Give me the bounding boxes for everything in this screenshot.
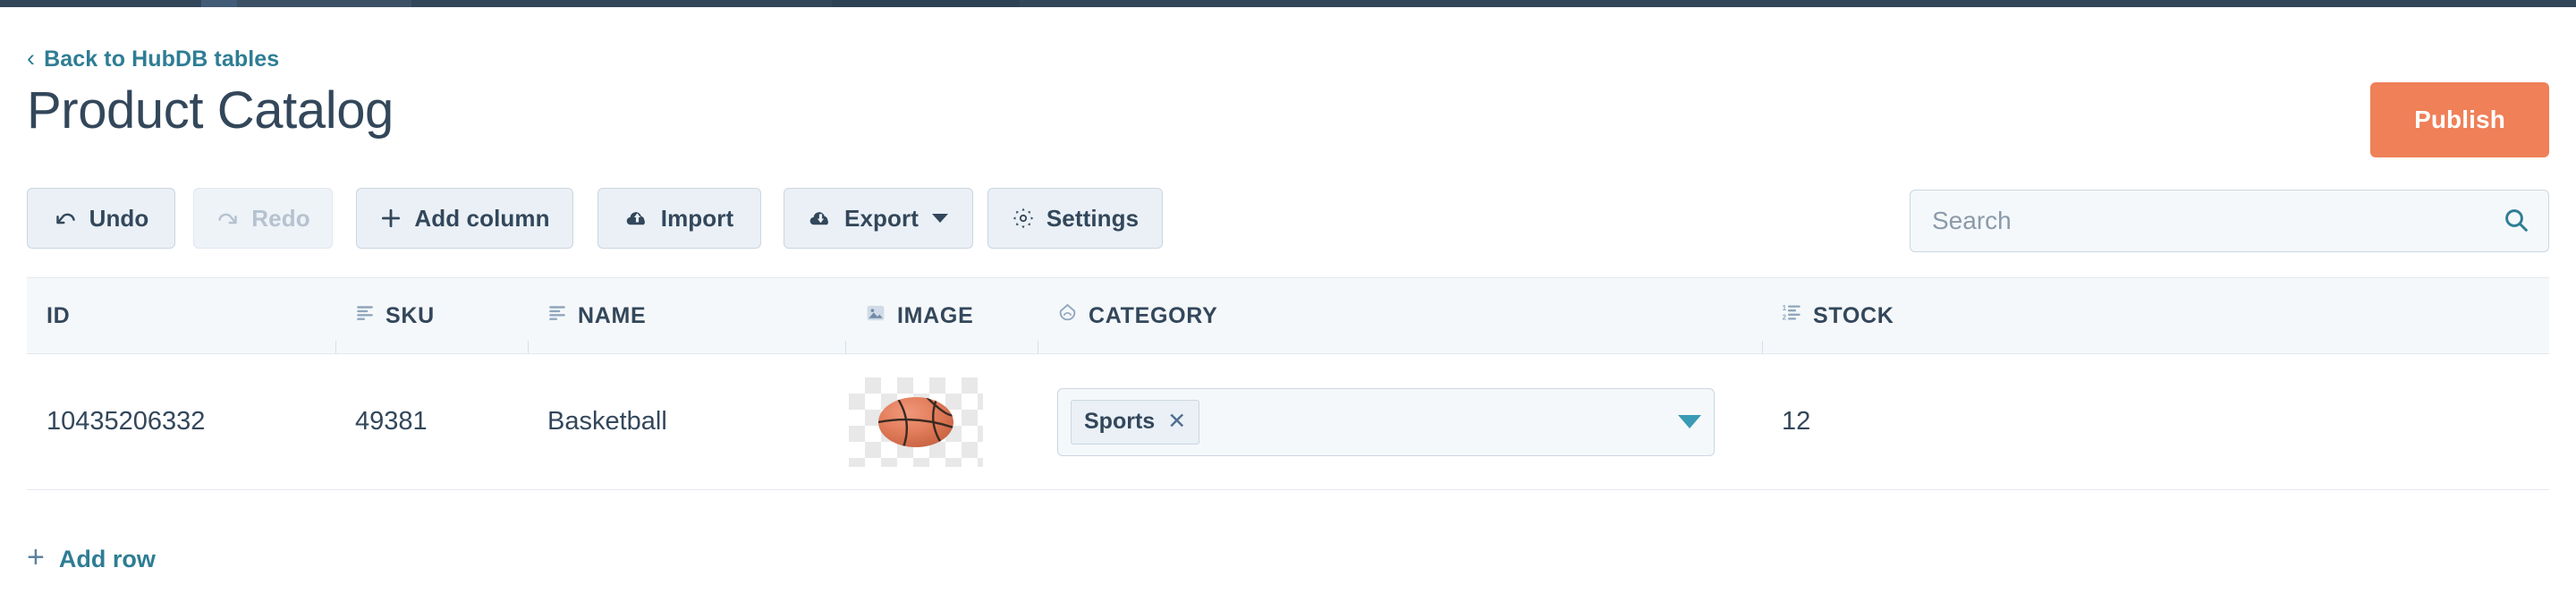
topnav-segment[interactable]	[411, 0, 832, 7]
back-to-hubdb-tables-link[interactable]: ‹ Back to HubDB tables	[27, 47, 279, 72]
export-button[interactable]: Export	[784, 188, 973, 249]
cloud-download-icon	[809, 207, 833, 231]
category-tag-label: Sports	[1084, 409, 1156, 434]
add-row-button[interactable]: + Add row	[27, 540, 156, 574]
cell-name[interactable]: Basketball	[528, 354, 845, 489]
plus-icon	[379, 207, 402, 230]
undo-label: Undo	[89, 204, 149, 232]
add-column-label: Add column	[414, 204, 550, 232]
cell-id[interactable]: 10435206332	[27, 354, 335, 489]
column-header-label: ID	[47, 302, 71, 328]
cell-category[interactable]: Sports ✕	[1038, 354, 1762, 489]
column-header-label: CATEGORY	[1089, 302, 1218, 328]
column-header-label: STOCK	[1813, 302, 1894, 328]
text-lines-icon	[547, 303, 567, 329]
top-navigation-bar[interactable]	[0, 0, 2576, 7]
topnav-segment[interactable]	[1020, 0, 2576, 7]
redo-label: Redo	[251, 204, 310, 232]
column-header-label: SKU	[386, 302, 435, 328]
text-lines-icon	[355, 303, 375, 329]
numbered-list-icon: 1 2	[1782, 302, 1802, 329]
page-header: ‹ Back to HubDB tables Product Catalog P…	[0, 7, 2576, 177]
svg-text:2: 2	[1783, 314, 1787, 322]
category-tag[interactable]: Sports ✕	[1071, 399, 1200, 445]
cell-stock[interactable]: 12	[1762, 354, 2549, 489]
remove-tag-icon[interactable]: ✕	[1167, 411, 1186, 433]
hubdb-table-editor-page: ‹ Back to HubDB tables Product Catalog P…	[0, 0, 2576, 610]
import-label: Import	[660, 204, 734, 232]
search-input[interactable]	[1911, 191, 2484, 251]
settings-label: Settings	[1046, 204, 1140, 232]
redo-button[interactable]: Redo	[193, 188, 333, 249]
image-icon	[865, 302, 886, 330]
table-row[interactable]: 10435206332 49381 Basketball Sports ✕ 12	[27, 354, 2549, 490]
basketball-thumbnail[interactable]	[849, 377, 983, 467]
column-header-sku[interactable]: SKU	[335, 278, 528, 353]
settings-button[interactable]: Settings	[987, 188, 1163, 249]
import-button[interactable]: Import	[597, 188, 761, 249]
hubdb-data-table: ID SKU NAME IMAGE CATEGORY 1 2 STOCK 104…	[27, 277, 2549, 490]
search-box[interactable]	[1910, 190, 2549, 252]
topnav-segment[interactable]	[0, 0, 201, 7]
add-row-label: Add row	[58, 545, 156, 572]
column-header-name[interactable]: NAME	[528, 278, 845, 353]
chevron-left-icon: ‹	[27, 45, 36, 72]
search-icon	[2502, 206, 2530, 237]
column-header-id[interactable]: ID	[27, 278, 335, 353]
column-header-image[interactable]: IMAGE	[845, 278, 1038, 353]
table-header-row: ID SKU NAME IMAGE CATEGORY 1 2 STOCK	[27, 277, 2549, 354]
gear-icon	[1012, 207, 1035, 230]
chevron-down-icon	[931, 214, 948, 223]
chevron-down-icon[interactable]	[1678, 415, 1701, 428]
column-header-stock[interactable]: 1 2 STOCK	[1762, 278, 2549, 353]
category-multiselect[interactable]: Sports ✕	[1057, 387, 1715, 456]
add-column-button[interactable]: Add column	[356, 188, 573, 249]
publish-button[interactable]: Publish	[2370, 82, 2549, 157]
redo-arrow-icon	[216, 207, 240, 231]
column-header-label: IMAGE	[897, 302, 974, 328]
topnav-segment[interactable]	[201, 0, 237, 7]
column-header-label: NAME	[578, 302, 647, 328]
export-label: Export	[844, 204, 919, 232]
topnav-segment[interactable]	[832, 0, 1020, 7]
topnav-segment[interactable]	[237, 0, 411, 7]
plus-icon: +	[27, 540, 45, 574]
undo-button[interactable]: Undo	[27, 188, 175, 249]
cell-sku[interactable]: 49381	[335, 354, 528, 489]
back-link-label: Back to HubDB tables	[44, 47, 280, 72]
basketball-graphic	[878, 396, 953, 447]
column-header-category[interactable]: CATEGORY	[1038, 278, 1762, 353]
cloud-upload-icon	[625, 207, 649, 231]
cell-image[interactable]	[845, 354, 1038, 489]
page-title: Product Catalog	[27, 81, 394, 140]
search-submit-button[interactable]	[2484, 191, 2548, 251]
multiselect-icon	[1057, 302, 1078, 329]
svg-text:1: 1	[1783, 304, 1787, 312]
undo-arrow-icon	[54, 207, 78, 231]
